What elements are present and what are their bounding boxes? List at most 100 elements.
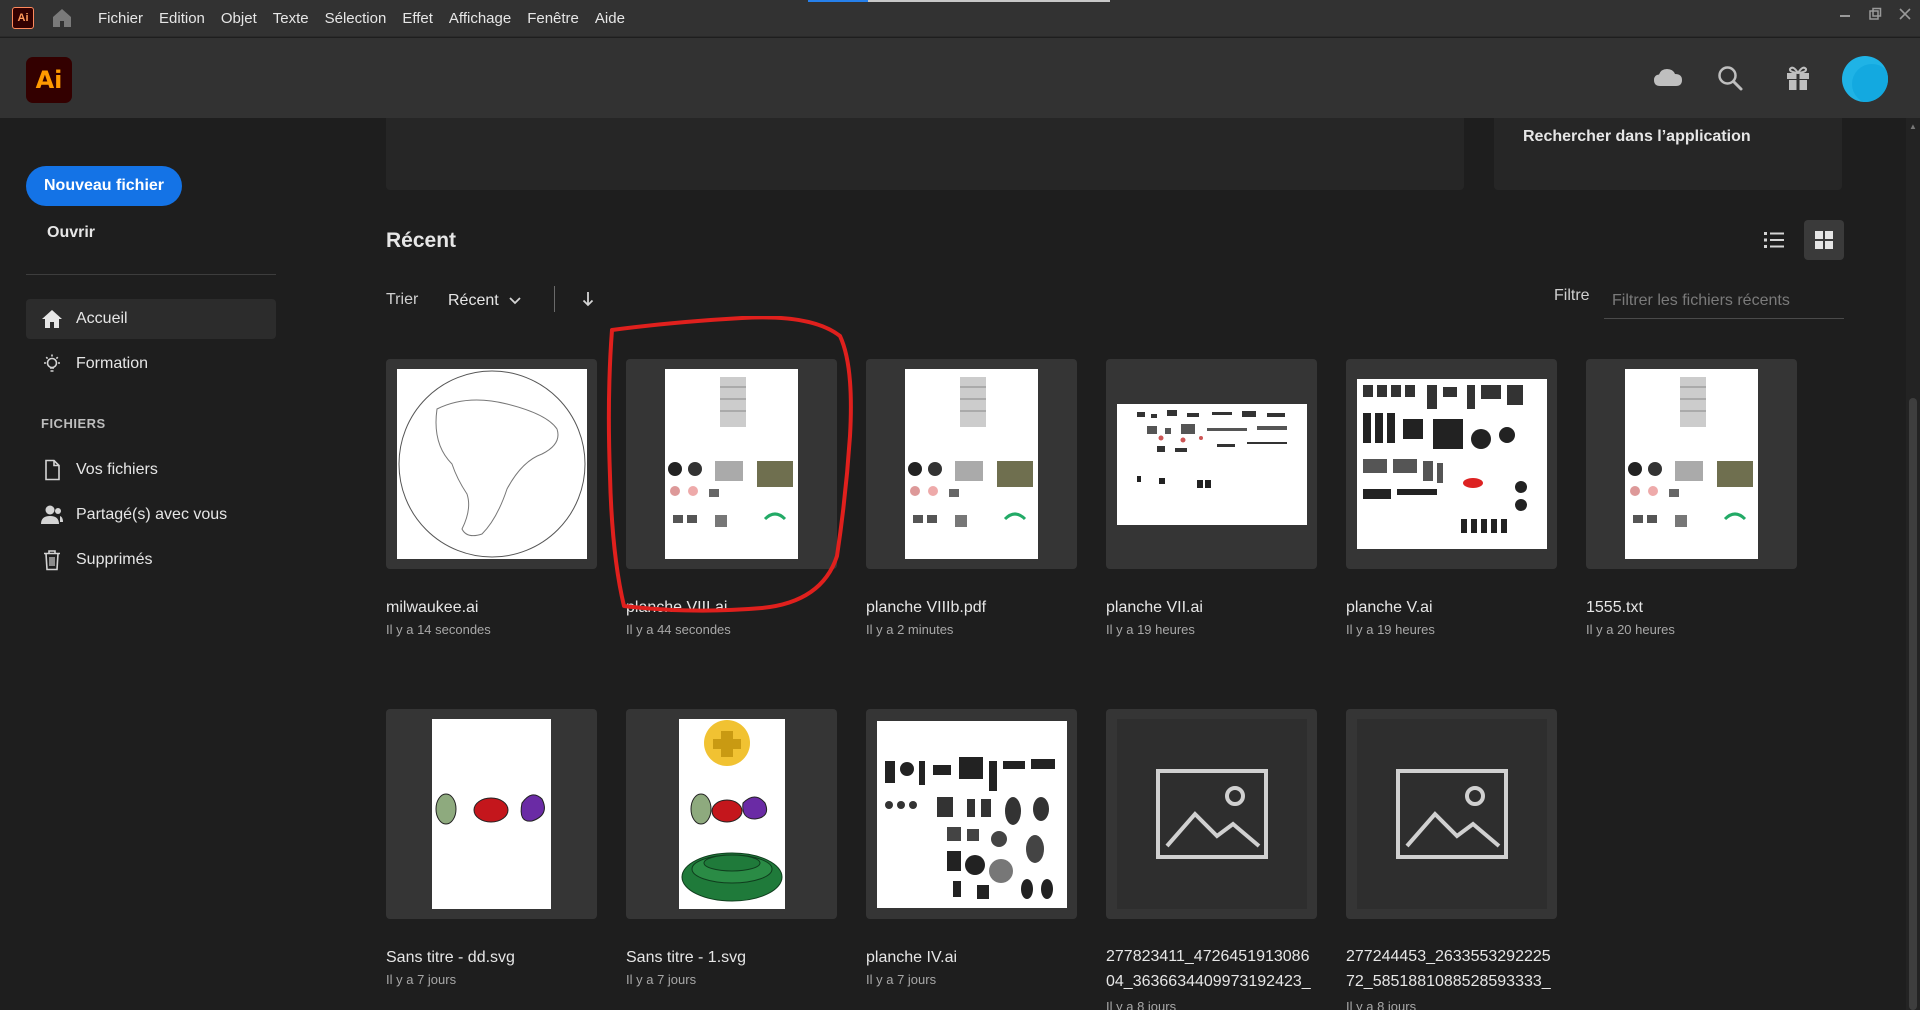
sidebar-item-vos-fichiers[interactable]: Vos fichiers: [26, 450, 276, 490]
planche-portrait-thumbnail: [665, 369, 798, 559]
file-thumbnail[interactable]: [386, 709, 597, 919]
sidebar-item-label: Supprimés: [76, 551, 153, 568]
menu-fichier[interactable]: Fichier: [98, 10, 143, 27]
sidebar-item-supprimes[interactable]: Supprimés: [26, 540, 276, 580]
file-thumbnail[interactable]: [866, 709, 1077, 919]
list-view-icon[interactable]: [1754, 220, 1794, 260]
close-icon[interactable]: [1890, 0, 1920, 28]
app-header: Ai: [0, 38, 1920, 118]
file-time: Il y a 19 heures: [1346, 622, 1435, 637]
sort-direction-arrow-icon[interactable]: [578, 288, 598, 310]
illustrator-home-window: Ai Fichier Edition Objet Texte Sélection…: [0, 0, 1920, 1010]
recent-section-title: Récent: [386, 229, 457, 252]
sort-dropdown-value: Récent: [448, 292, 499, 309]
gift-icon[interactable]: [1782, 62, 1814, 94]
file-name[interactable]: 277823411_472645191308604_36366344099731…: [1106, 944, 1317, 994]
planche-portrait-thumbnail: [1625, 369, 1758, 559]
file-time: Il y a 20 heures: [1586, 622, 1675, 637]
file-thumbnail[interactable]: [386, 359, 597, 569]
menu-effet[interactable]: Effet: [402, 10, 433, 27]
file-name[interactable]: planche VIII.ai: [626, 599, 837, 617]
file-time: Il y a 2 minutes: [866, 622, 954, 637]
open-button[interactable]: Ouvrir: [47, 224, 95, 242]
search-in-app-link[interactable]: Rechercher dans l’application: [1523, 128, 1751, 146]
sidebar-item-label: Formation: [76, 355, 149, 372]
file-time: Il y a 7 jours: [626, 972, 697, 987]
menu-aide[interactable]: Aide: [595, 10, 625, 27]
home-icon: [40, 307, 64, 331]
minimize-icon[interactable]: [1830, 0, 1860, 28]
featured-card[interactable]: [386, 118, 1464, 190]
file-thumbnail[interactable]: [626, 709, 837, 919]
sort-label: Trier: [386, 291, 419, 308]
file-card[interactable]: Sans titre - dd.svg Il y a 7 jours: [386, 709, 597, 987]
search-icon[interactable]: [1714, 62, 1746, 94]
file-card[interactable]: Sans titre - 1.svg Il y a 7 jours: [626, 709, 837, 987]
file-name[interactable]: planche V.ai: [1346, 599, 1557, 617]
menu-affichage[interactable]: Affichage: [449, 10, 511, 27]
title-strip: [808, 0, 1110, 2]
filter-label: Filtre: [1554, 287, 1590, 304]
image-placeholder-icon: [1356, 719, 1547, 909]
file-time: Il y a 8 jours: [1106, 999, 1177, 1010]
file-name[interactable]: 1555.txt: [1586, 599, 1797, 617]
file-name[interactable]: planche VII.ai: [1106, 599, 1317, 617]
file-thumbnail[interactable]: [1346, 359, 1557, 569]
scrollbar-thumb[interactable]: [1909, 398, 1917, 1010]
menu-objet[interactable]: Objet: [221, 10, 257, 27]
trash-icon: [40, 548, 64, 572]
cloud-icon[interactable]: [1652, 62, 1684, 94]
menu-bar: Ai Fichier Edition Objet Texte Sélection…: [0, 0, 1920, 37]
file-name[interactable]: planche VIIIb.pdf: [866, 599, 1077, 617]
menu-edition[interactable]: Edition: [159, 10, 205, 27]
file-thumbnail[interactable]: [866, 359, 1077, 569]
planche-parts-thumbnail: [876, 720, 1067, 908]
file-thumbnail[interactable]: [1586, 359, 1797, 569]
scrollbar[interactable]: ▲: [1906, 118, 1920, 1010]
sidebar-item-formation[interactable]: Formation: [26, 344, 276, 384]
avatar[interactable]: [1842, 56, 1888, 102]
scroll-up-arrow-icon[interactable]: ▲: [1909, 122, 1917, 131]
sidebar-item-partages[interactable]: Partagé(s) avec vous: [26, 495, 276, 535]
menu-fenetre[interactable]: Fenêtre: [527, 10, 579, 27]
file-thumbnail[interactable]: [1346, 709, 1557, 919]
file-card[interactable]: planche VIIIb.pdf Il y a 2 minutes: [866, 359, 1077, 637]
file-card[interactable]: planche VII.ai Il y a 19 heures: [1106, 359, 1317, 637]
home-icon[interactable]: [50, 6, 74, 30]
file-thumbnail[interactable]: [626, 359, 837, 569]
file-name[interactable]: planche IV.ai: [866, 949, 1077, 967]
file-name[interactable]: 277244453_263355329222572_58518810885285…: [1346, 944, 1557, 994]
file-time: Il y a 7 jours: [386, 972, 457, 987]
planche-landscape-thumbnail: [1116, 403, 1307, 525]
restore-icon[interactable]: [1860, 0, 1890, 28]
menu-selection[interactable]: Sélection: [325, 10, 387, 27]
menu-texte[interactable]: Texte: [273, 10, 309, 27]
sidebar-divider: [26, 274, 276, 275]
filter-input[interactable]: [1604, 283, 1844, 319]
file-card[interactable]: 1555.txt Il y a 20 heures: [1586, 359, 1797, 637]
file-card[interactable]: 277244453_263355329222572_58518810885285…: [1346, 709, 1557, 1010]
file-card[interactable]: 277823411_472645191308604_36366344099731…: [1106, 709, 1317, 1010]
shared-users-icon: [40, 503, 64, 527]
file-card[interactable]: planche V.ai Il y a 19 heures: [1346, 359, 1557, 637]
window-controls: [1830, 0, 1920, 28]
grid-view-icon[interactable]: [1804, 220, 1844, 260]
app-badge-icon[interactable]: Ai: [12, 7, 34, 29]
sidebar-item-label: Accueil: [76, 310, 128, 327]
new-file-button[interactable]: Nouveau fichier: [26, 166, 182, 206]
file-name[interactable]: milwaukee.ai: [386, 599, 597, 617]
file-thumbnail[interactable]: [1106, 359, 1317, 569]
planche-grid-thumbnail: [1356, 379, 1547, 549]
file-name[interactable]: Sans titre - 1.svg: [626, 949, 837, 967]
file-name[interactable]: Sans titre - dd.svg: [386, 949, 597, 967]
file-card[interactable]: milwaukee.ai Il y a 14 secondes: [386, 359, 597, 637]
sidebar-item-accueil[interactable]: Accueil: [26, 299, 276, 339]
file-card[interactable]: planche VIII.ai Il y a 44 secondes: [626, 359, 837, 637]
planche-portrait-thumbnail: [905, 369, 1038, 559]
illustrator-logo: Ai: [26, 57, 72, 103]
file-thumbnail[interactable]: [1106, 709, 1317, 919]
file-card[interactable]: planche IV.ai Il y a 7 jours: [866, 709, 1077, 987]
file-time: Il y a 7 jours: [866, 972, 937, 987]
sort-dropdown[interactable]: Récent: [448, 289, 521, 313]
file-time: Il y a 14 secondes: [386, 622, 491, 637]
